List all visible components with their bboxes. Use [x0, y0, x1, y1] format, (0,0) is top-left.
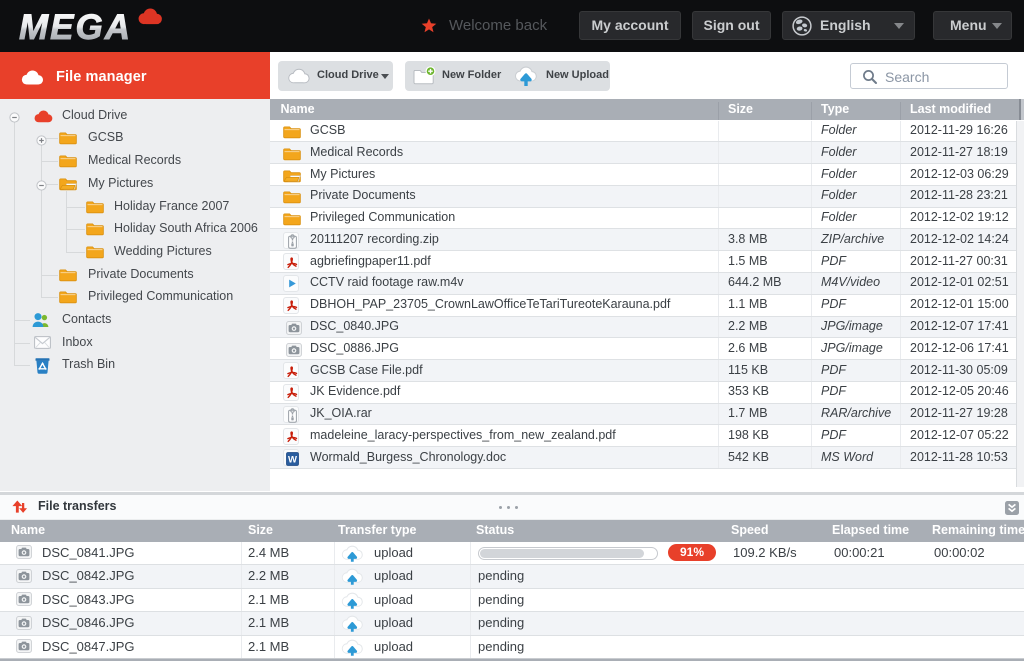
- svg-text:W: W: [288, 454, 297, 465]
- svg-text:MEGA: MEGA: [19, 8, 132, 47]
